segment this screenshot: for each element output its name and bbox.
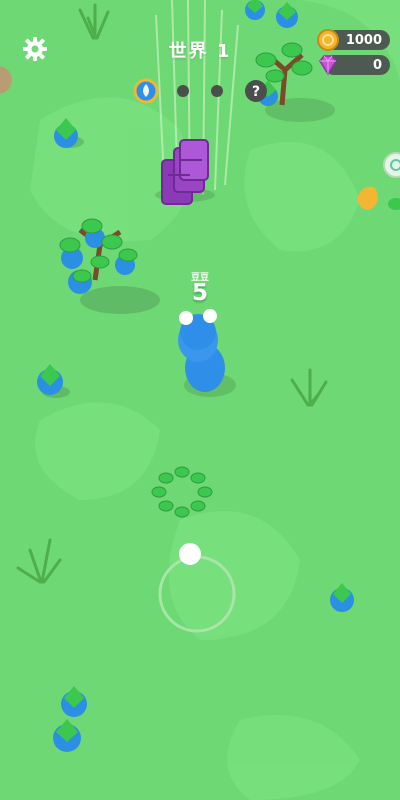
hud: 世界 1 1000 0 ? — [0, 0, 400, 120]
game-screen[interactable]: 世界 1 1000 0 ? 豆豆 5 — [0, 0, 400, 800]
coin-count: 1000 — [345, 32, 382, 48]
stage-dot — [177, 85, 189, 97]
stage-dot — [211, 85, 223, 97]
joystick-knob[interactable] — [179, 543, 201, 565]
gem-count: 0 — [372, 57, 382, 73]
svg-text:?: ? — [252, 84, 260, 100]
offscreen-indicator[interactable] — [383, 152, 400, 178]
level-progress: ? — [133, 78, 267, 104]
game-world[interactable] — [0, 0, 400, 800]
coin-counter: 1000 — [317, 29, 390, 51]
gem-counter: 0 — [319, 55, 390, 76]
player-size: 5 — [191, 280, 208, 306]
coin-icon — [317, 29, 339, 51]
gem-icon — [319, 55, 337, 76]
